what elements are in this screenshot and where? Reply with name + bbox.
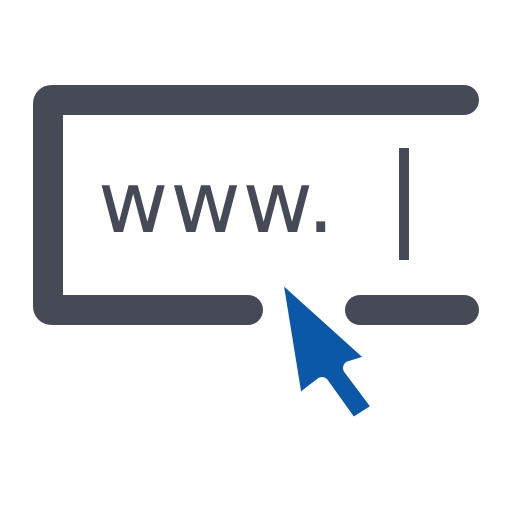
web-address-click-icon: www. bbox=[33, 85, 479, 433]
icon-canvas: www. bbox=[0, 0, 512, 512]
text-caret-icon bbox=[399, 148, 409, 260]
mouse-pointer-icon bbox=[267, 261, 387, 433]
address-text: www. bbox=[98, 153, 336, 253]
